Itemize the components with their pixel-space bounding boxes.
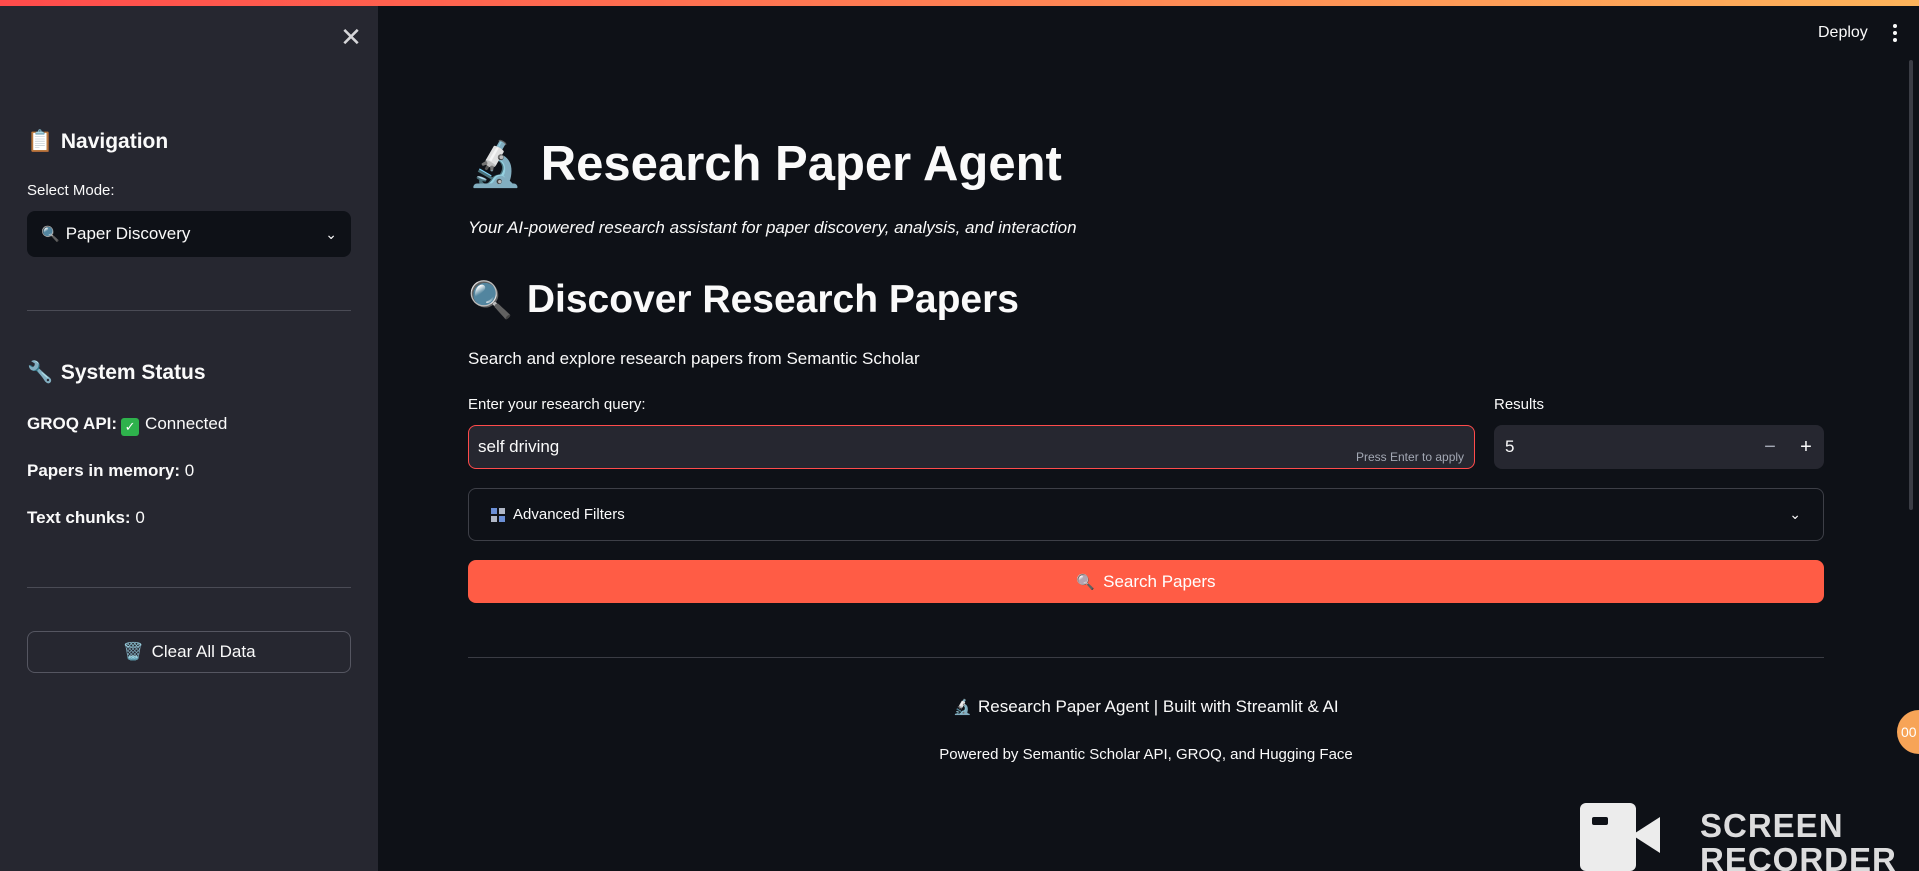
mode-select-value: Paper Discovery — [65, 224, 191, 243]
advanced-filters-expander[interactable]: Advanced Filters ⌄ — [468, 488, 1824, 541]
clear-button-label: Clear All Data — [151, 642, 256, 661]
page-subtitle: Your AI-powered research assistant for p… — [468, 218, 1077, 237]
section-title-text: Discover Research Papers — [526, 278, 1019, 321]
advanced-filters-label: Advanced Filters — [513, 506, 625, 523]
groq-status: GROQ API: ✓ Connected — [27, 414, 227, 436]
search-button-label: Search Papers — [1103, 571, 1216, 591]
section-description: Search and explore research papers from … — [468, 349, 920, 368]
watermark-text: SCREEN RECORDER — [1700, 809, 1897, 871]
trash-icon: 🗑️ — [122, 642, 144, 661]
kebab-menu-icon[interactable] — [1890, 22, 1900, 44]
clear-all-data-button[interactable]: 🗑️ Clear All Data — [27, 631, 351, 673]
results-stepper[interactable]: 5 − + — [1494, 425, 1824, 469]
increment-button[interactable]: + — [1788, 436, 1824, 459]
check-icon: ✓ — [121, 418, 140, 436]
screen-recorder-watermark: SCREEN RECORDER — [1580, 803, 1900, 871]
sidebar-divider — [27, 310, 351, 311]
watermark-line-1: SCREEN — [1700, 807, 1844, 844]
search-papers-button[interactable]: 🔍 Search Papers — [468, 560, 1824, 603]
watermark-line-2: RECORDER — [1700, 841, 1897, 871]
microscope-icon: 🔬 — [953, 699, 973, 716]
groq-value: Connected — [145, 414, 228, 433]
page-title: 🔬 Research Paper Agent — [468, 136, 1062, 192]
chunks-value: 0 — [135, 508, 145, 527]
control-knobs-icon — [491, 507, 505, 522]
results-label: Results — [1494, 396, 1545, 413]
main-divider — [468, 657, 1824, 658]
magnifier-icon: 🔍 — [41, 226, 60, 243]
camera-icon — [1580, 803, 1660, 871]
footer-line-1-text: Research Paper Agent | Built with Stream… — [978, 697, 1339, 716]
sidebar: ✕ 📋 Navigation Select Mode: 🔍 Paper Disc… — [0, 6, 378, 871]
deploy-button[interactable]: Deploy — [1818, 24, 1868, 42]
magnifier-icon: 🔍 — [1076, 573, 1096, 591]
mode-select[interactable]: 🔍 Paper Discovery ⌄ — [27, 211, 351, 257]
wrench-icon: 🔧 — [27, 361, 54, 384]
groq-label: GROQ API: — [27, 414, 118, 433]
system-status-title: System Status — [60, 361, 206, 384]
navigation-heading: 📋 Navigation — [27, 130, 168, 154]
papers-label: Papers in memory: — [27, 461, 181, 480]
magnifier-icon: 🔍 — [468, 279, 513, 320]
scrollbar[interactable] — [1909, 60, 1913, 510]
close-icon[interactable]: ✕ — [338, 24, 364, 50]
papers-status: Papers in memory: 0 — [27, 461, 194, 481]
system-status-heading: 🔧 System Status — [27, 361, 206, 385]
select-mode-label: Select Mode: — [27, 182, 115, 199]
chevron-down-icon: ⌄ — [1789, 506, 1801, 522]
chunks-label: Text chunks: — [27, 508, 131, 527]
navigation-title: Navigation — [60, 130, 169, 153]
sidebar-divider — [27, 587, 351, 588]
papers-value: 0 — [184, 461, 195, 480]
input-hint: Press Enter to apply — [1356, 450, 1465, 464]
footer-line-1: 🔬 Research Paper Agent | Built with Strea… — [0, 697, 1919, 717]
query-label: Enter your research query: — [468, 396, 646, 413]
footer-line-2: Powered by Semantic Scholar API, GROQ, a… — [939, 746, 1353, 763]
clipboard-icon: 📋 — [27, 130, 54, 153]
section-title: 🔍 Discover Research Papers — [468, 278, 1019, 322]
page-title-text: Research Paper Agent — [540, 137, 1062, 191]
query-input[interactable] — [468, 425, 1475, 469]
results-value[interactable]: 5 — [1505, 437, 1752, 457]
chevron-down-icon: ⌄ — [325, 225, 337, 242]
microscope-icon: 🔬 — [468, 140, 523, 189]
chunks-status: Text chunks: 0 — [27, 508, 145, 528]
decrement-button[interactable]: − — [1752, 436, 1788, 459]
